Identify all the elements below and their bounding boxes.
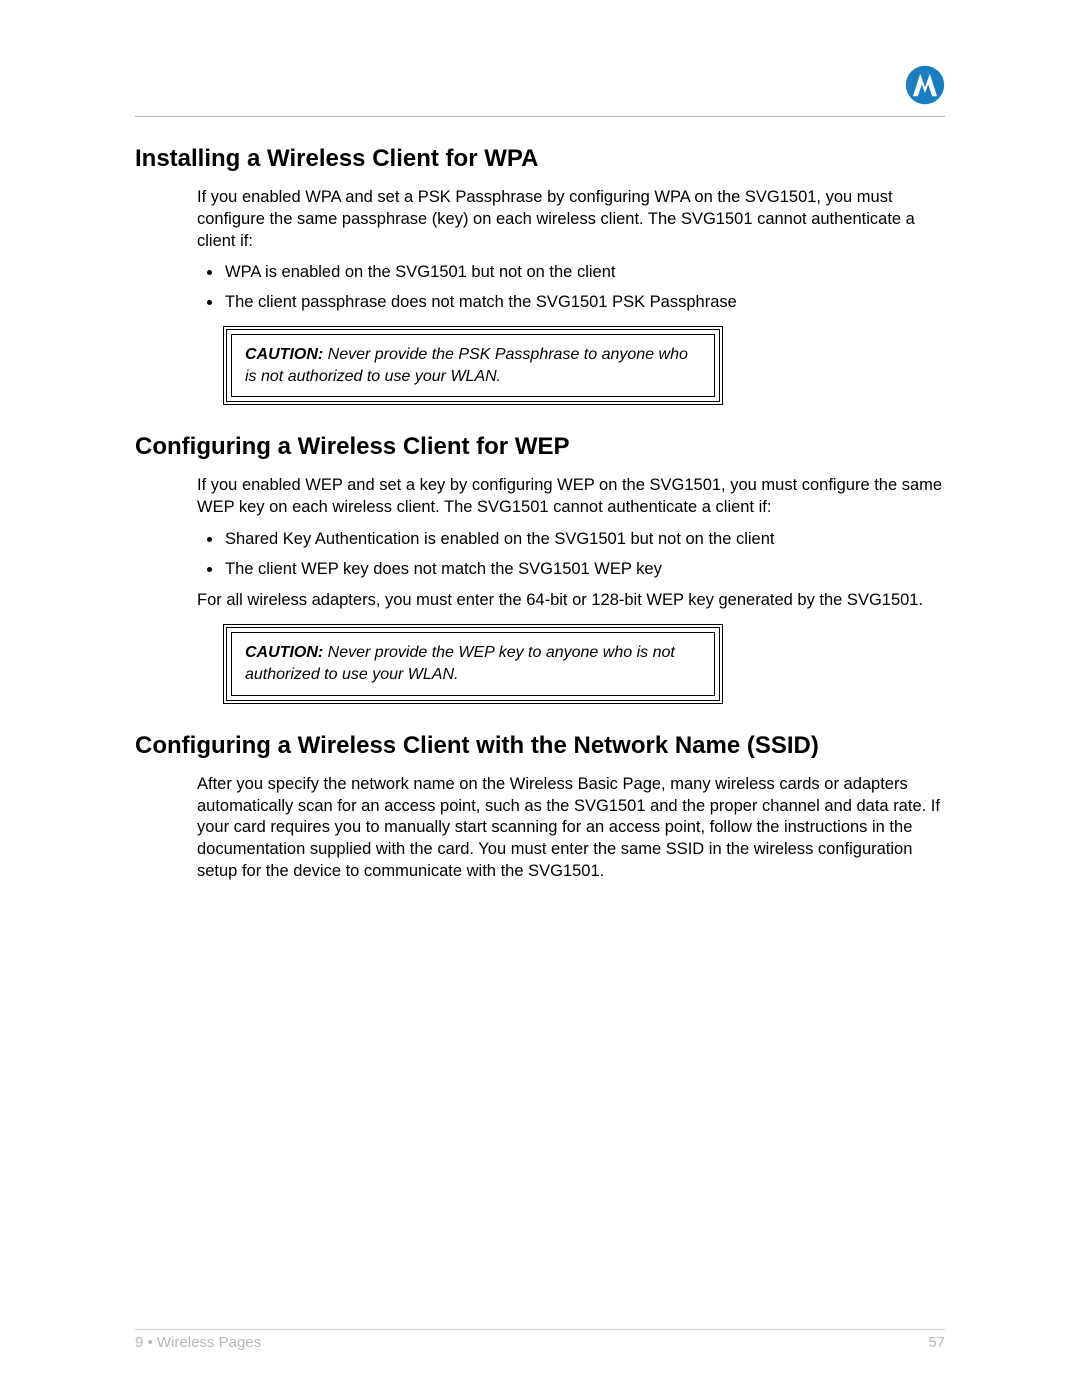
after-paragraph: For all wireless adapters, you must ente… — [197, 590, 945, 612]
section-body-wpa: If you enabled WPA and set a PSK Passphr… — [197, 187, 945, 405]
caution-box: CAUTION: Never provide the PSK Passphras… — [223, 326, 723, 406]
document-page: Installing a Wireless Client for WPA If … — [0, 0, 1080, 1397]
section-body-ssid: After you specify the network name on th… — [197, 774, 945, 883]
bullet-list: Shared Key Authentication is enabled on … — [197, 529, 945, 581]
section-heading-wpa: Installing a Wireless Client for WPA — [135, 145, 945, 173]
section-heading-wep: Configuring a Wireless Client for WEP — [135, 433, 945, 461]
header-divider — [135, 116, 945, 117]
caution-box: CAUTION: Never provide the WEP key to an… — [223, 624, 723, 704]
footer-page-number: 57 — [928, 1334, 945, 1351]
footer-divider — [135, 1329, 945, 1330]
bullet-item: The client WEP key does not match the SV… — [223, 559, 945, 581]
section-heading-ssid: Configuring a Wireless Client with the N… — [135, 732, 945, 760]
bullet-list: WPA is enabled on the SVG1501 but not on… — [197, 262, 945, 314]
intro-paragraph: After you specify the network name on th… — [197, 774, 945, 883]
section-body-wep: If you enabled WEP and set a key by conf… — [197, 475, 945, 703]
intro-paragraph: If you enabled WPA and set a PSK Passphr… — [197, 187, 945, 252]
caution-text: CAUTION: Never provide the WEP key to an… — [245, 644, 675, 683]
page-footer: 9 • Wireless Pages 57 — [135, 1329, 945, 1351]
bullet-item: Shared Key Authentication is enabled on … — [223, 529, 945, 551]
page-header — [135, 60, 945, 110]
motorola-logo-icon — [905, 65, 945, 105]
bullet-item: WPA is enabled on the SVG1501 but not on… — [223, 262, 945, 284]
caution-text: CAUTION: Never provide the PSK Passphras… — [245, 346, 688, 385]
bullet-item: The client passphrase does not match the… — [223, 292, 945, 314]
caution-label: CAUTION: — [245, 346, 323, 363]
intro-paragraph: If you enabled WEP and set a key by conf… — [197, 475, 945, 519]
footer-chapter: 9 • Wireless Pages — [135, 1334, 261, 1351]
caution-label: CAUTION: — [245, 644, 323, 661]
